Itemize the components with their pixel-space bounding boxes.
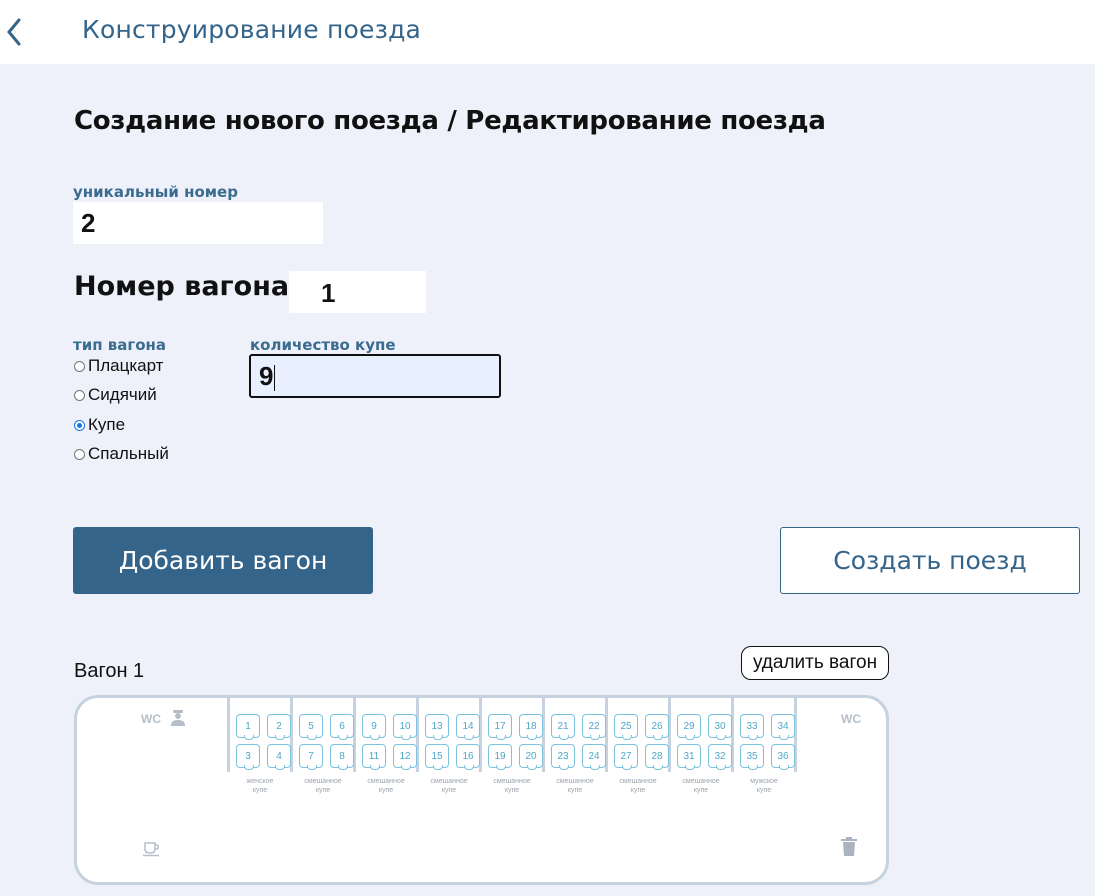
seat[interactable]: 31 <box>677 744 701 770</box>
seat[interactable]: 22 <box>582 714 606 740</box>
wagon-type-label: тип вагона <box>73 336 167 354</box>
compartment-suffix-text: купе <box>756 787 772 794</box>
unique-number-label: уникальный номер <box>73 183 238 201</box>
compartments-value: 9 <box>259 361 274 391</box>
compartment-suffix-text: купе <box>693 787 709 794</box>
compartment-type-label: смешанное купе <box>421 777 477 795</box>
seat[interactable]: 24 <box>582 744 606 770</box>
seat[interactable]: 26 <box>645 714 669 740</box>
compartment-suffix-text: купе <box>315 787 331 794</box>
seat[interactable]: 10 <box>393 714 417 740</box>
cup-icon <box>143 841 161 862</box>
wc-right-label: WC <box>841 712 861 726</box>
compartment-type-label: смешанное купе <box>295 777 351 795</box>
seat[interactable]: 1 <box>236 714 260 740</box>
unique-number-input[interactable]: 2 <box>73 202 323 244</box>
wagon-type-option-platskart[interactable]: Плацкарт <box>74 356 163 376</box>
compartment-type-text: смешанное <box>493 778 531 785</box>
seat[interactable]: 5 <box>299 714 323 740</box>
radio-label: Купе <box>88 415 126 434</box>
compartment-type-label: мужское купе <box>736 777 792 795</box>
radio-label: Сидячий <box>88 385 157 404</box>
compartment-suffix-text: купе <box>567 787 583 794</box>
compartment-type-text: смешанное <box>304 778 342 785</box>
compartment-type-label: смешанное купе <box>610 777 666 795</box>
compartment-suffix-text: купе <box>630 787 646 794</box>
seat[interactable]: 15 <box>425 744 449 770</box>
compartment-suffix-text: купе <box>504 787 520 794</box>
seat[interactable]: 7 <box>299 744 323 770</box>
wagon-type-option-sleeping[interactable]: Спальный <box>74 444 169 464</box>
wagon-number-input[interactable]: 1 <box>289 271 426 313</box>
compartment-type-text: смешанное <box>430 778 468 785</box>
seat[interactable]: 14 <box>456 714 480 740</box>
wc-left-label: WC <box>141 712 161 726</box>
compartment-type-label: смешанное купе <box>484 777 540 795</box>
compartment-type-text: смешанное <box>556 778 594 785</box>
wagon-number-label: Номер вагона: <box>74 271 300 302</box>
compartment-suffix-text: купе <box>378 787 394 794</box>
compartment-type-text: смешанное <box>682 778 720 785</box>
seat[interactable]: 11 <box>362 744 386 770</box>
seat[interactable]: 9 <box>362 714 386 740</box>
seat[interactable]: 4 <box>267 744 291 770</box>
add-car-button[interactable]: Добавить вагон <box>73 527 373 594</box>
compartment-type-label: смешанное купе <box>547 777 603 795</box>
compartment-type-text: смешанное <box>619 778 657 785</box>
seat[interactable]: 34 <box>771 714 795 740</box>
car-title: Вагон 1 <box>74 660 145 682</box>
form-heading: Создание нового поезда / Редактирование … <box>74 106 826 136</box>
radio-label: Спальный <box>88 444 169 463</box>
conductor-icon <box>169 709 187 732</box>
seat[interactable]: 35 <box>740 744 764 770</box>
seat[interactable]: 20 <box>519 744 543 770</box>
radio-button[interactable] <box>74 389 85 401</box>
compartment-type-label: смешанное купе <box>358 777 414 795</box>
seat[interactable]: 18 <box>519 714 543 740</box>
seat[interactable]: 3 <box>236 744 260 770</box>
car-scheme: WC WC 1 2 3 4 женское купе 5 6 7 8 смешанное купе 9 1… <box>74 695 889 885</box>
page-title: Конструирование поезда <box>82 15 422 44</box>
seat[interactable]: 6 <box>330 714 354 740</box>
radio-button[interactable] <box>74 448 85 460</box>
compartment-type-label: женское купе <box>232 777 288 795</box>
radio-label: Плацкарт <box>88 356 164 375</box>
seat[interactable]: 23 <box>551 744 575 770</box>
seat[interactable]: 2 <box>267 714 291 740</box>
seat[interactable]: 32 <box>708 744 732 770</box>
seat[interactable]: 19 <box>488 744 512 770</box>
seat[interactable]: 33 <box>740 714 764 740</box>
compartment-type-label: смешанное купе <box>673 777 729 795</box>
compartment-suffix-text: купе <box>441 787 457 794</box>
seat[interactable]: 27 <box>614 744 638 770</box>
seat[interactable]: 25 <box>614 714 638 740</box>
wagon-type-option-coupe[interactable]: Купе <box>74 415 125 435</box>
compartment-type-text: смешанное <box>367 778 405 785</box>
back-arrow-icon[interactable] <box>4 16 24 48</box>
compartments-label: количество купе <box>250 336 396 354</box>
seat[interactable]: 12 <box>393 744 417 770</box>
compartments-input[interactable]: 9 <box>249 354 501 398</box>
radio-button-checked[interactable] <box>74 419 85 431</box>
seat[interactable]: 17 <box>488 714 512 740</box>
text-caret <box>274 365 276 392</box>
seat[interactable]: 28 <box>645 744 669 770</box>
seat[interactable]: 36 <box>771 744 795 770</box>
seat[interactable]: 29 <box>677 714 701 740</box>
compartment-suffix-text: купе <box>252 787 268 794</box>
compartment-type-text: мужское <box>750 778 778 785</box>
top-bar: Конструирование поезда <box>0 0 1095 64</box>
seat[interactable]: 8 <box>330 744 354 770</box>
compartment-divider <box>227 698 230 772</box>
wagon-type-option-sitting[interactable]: Сидячий <box>74 385 157 405</box>
seat[interactable]: 13 <box>425 714 449 740</box>
seat[interactable]: 30 <box>708 714 732 740</box>
create-train-button[interactable]: Создать поезд <box>780 527 1080 594</box>
radio-button[interactable] <box>74 360 85 372</box>
delete-car-button[interactable]: удалить вагон <box>741 646 889 680</box>
seat[interactable]: 16 <box>456 744 480 770</box>
trash-icon[interactable] <box>841 837 857 861</box>
compartment-type-text: женское <box>246 778 274 785</box>
seat[interactable]: 21 <box>551 714 575 740</box>
